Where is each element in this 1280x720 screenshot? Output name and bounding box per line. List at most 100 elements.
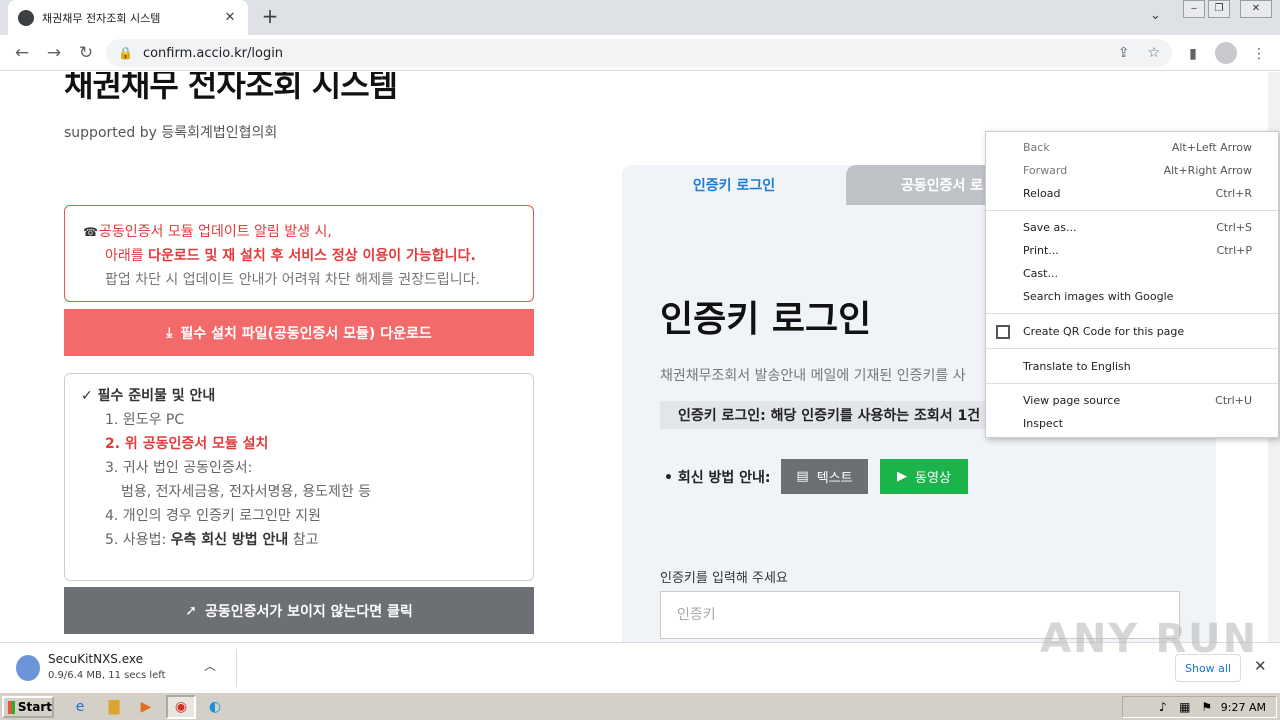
cert-button-label: 공동인증서가 보이지 않는다면 클릭 — [204, 603, 413, 620]
anyrun-watermark: ANY RUN — [1040, 616, 1259, 662]
reload-icon[interactable]: ↻ — [74, 41, 98, 65]
menu-item-view-source[interactable]: View page source Ctrl+U — [986, 390, 1278, 413]
new-tab-button[interactable]: + — [258, 5, 282, 29]
download-file-name[interactable]: SecuKitNXS.exe — [48, 652, 143, 666]
address-bar[interactable]: 🔒 confirm.accio.kr/login ⇪ ☆ — [106, 39, 1172, 67]
menu-qr-label: Create QR Code for this page — [1023, 325, 1185, 338]
menu-item-cast[interactable]: Cast... — [986, 263, 1278, 286]
browser-toolbar: ← → ↻ 🔒 confirm.accio.kr/login ⇪ ☆ ▮ ⋮ — [0, 35, 1280, 71]
guide-item-1: 1. 윈도우 PC — [105, 412, 185, 428]
divider — [236, 649, 237, 687]
menu-item-back[interactable]: Back Alt+Left Arrow — [986, 137, 1278, 160]
menu-forward-shortcut: Alt+Right Arrow — [1163, 164, 1252, 177]
exe-file-icon[interactable] — [16, 655, 40, 681]
chrome-icon[interactable]: ◉ — [171, 697, 191, 717]
network-icon[interactable]: ▦ — [1177, 700, 1193, 714]
menu-print-label: Print... — [1023, 244, 1059, 257]
volume-icon[interactable]: ♪ — [1155, 700, 1171, 714]
context-menu: Back Alt+Left Arrow Forward Alt+Right Arro… — [985, 131, 1279, 438]
menu-item-qr-code[interactable]: Create QR Code for this page — [986, 321, 1278, 344]
menu-cast-label: Cast... — [1023, 267, 1058, 280]
menu-print-shortcut: Ctrl+P — [1216, 244, 1252, 257]
menu-item-inspect[interactable]: Inspect — [986, 413, 1278, 436]
menu-reload-shortcut: Ctrl+R — [1215, 187, 1252, 200]
download-module-button[interactable]: ⤓ 필수 설치 파일(공동인증서 모듈) 다운로드 — [64, 309, 534, 356]
notice-line2-bold: 다운로드 및 재 설치 후 서비스 정상 이용이 가능합니다. — [148, 248, 476, 264]
reply-method-label: • 회신 방법 안내: — [664, 470, 771, 486]
video-guide-label: 동영상 — [915, 471, 951, 486]
menu-item-forward[interactable]: Forward Alt+Right Arrow — [986, 160, 1278, 183]
restore-button[interactable]: ❐ — [1208, 0, 1230, 18]
login-title: 인증키 로그인 — [660, 299, 872, 340]
start-label: Start — [17, 700, 52, 714]
bookmark-star-icon[interactable]: ☆ — [1147, 45, 1160, 61]
notice-icon: ☎ — [83, 225, 98, 239]
flag-icon[interactable]: ⚑ — [1199, 700, 1215, 714]
profile-avatar[interactable] — [1215, 42, 1237, 64]
update-notice: ☎공동인증서 모듈 업데이트 알림 발생 시, 아래를 다운로드 및 재 설치 … — [64, 205, 534, 302]
menu-item-search-images[interactable]: Search images with Google — [986, 286, 1278, 309]
download-button-label: 필수 설치 파일(공동인증서 모듈) 다운로드 — [180, 325, 432, 342]
menu-forward-label: Forward — [1023, 164, 1068, 177]
menu-save-as-shortcut: Ctrl+S — [1216, 221, 1252, 234]
guide-item-2: 2. 위 공동인증서 모듈 설치 — [105, 436, 269, 452]
ie-icon[interactable]: e — [70, 697, 90, 717]
menu-dots-icon[interactable]: ⋮ — [1248, 43, 1270, 65]
menu-separator — [986, 383, 1278, 384]
chevron-up-icon[interactable]: ︿ — [204, 657, 216, 674]
menu-back-label: Back — [1023, 141, 1050, 154]
folder-icon[interactable]: ▇ — [104, 697, 124, 717]
menu-item-save-as[interactable]: Save as... Ctrl+S — [986, 217, 1278, 240]
menu-back-shortcut: Alt+Left Arrow — [1171, 141, 1252, 154]
url-text[interactable]: confirm.accio.kr/login — [143, 46, 1100, 61]
guide-box: ✓ 필수 준비물 및 안내 1. 윈도우 PC 2. 위 공동인증서 모듈 설치… — [64, 373, 534, 581]
edge-icon[interactable]: ◐ — [205, 697, 225, 717]
menu-item-reload[interactable]: Reload Ctrl+R — [986, 183, 1278, 206]
checkmark-icon: ✓ — [81, 388, 98, 404]
text-guide-label: 텍스트 — [816, 471, 853, 486]
minimize-button[interactable]: ‒ — [1183, 0, 1205, 18]
menu-item-print[interactable]: Print... Ctrl+P — [986, 240, 1278, 263]
download-icon: ⤓ — [166, 324, 173, 341]
login-description: 채권채무조회서 발송안내 메일에 기재된 인증키를 사 — [660, 368, 966, 384]
menu-save-as-label: Save as... — [1023, 221, 1077, 234]
guide-heading: 필수 준비물 및 안내 — [97, 388, 216, 404]
menu-search-images-label: Search images with Google — [1023, 290, 1174, 303]
browser-tab[interactable]: 채권채무 전자조회 시스템 ✕ — [8, 0, 248, 35]
media-player-icon[interactable]: ▶ — [136, 697, 156, 717]
start-button[interactable]: Start — [2, 696, 54, 718]
site-title: 채권채무 전자조회 시스템 — [64, 72, 398, 104]
notice-line1: 공동인증서 모듈 업데이트 알림 발생 시, — [99, 224, 332, 240]
menu-view-source-shortcut: Ctrl+U — [1215, 394, 1252, 407]
guide-item-3: 3. 귀사 법인 공동인증서: — [105, 460, 253, 476]
video-guide-button[interactable]: ▶ 동영상 — [880, 459, 968, 494]
window-close-button[interactable]: ✕ — [1240, 0, 1272, 18]
tab-search-icon[interactable]: ⌄ — [1150, 8, 1161, 23]
clock[interactable]: 9:27 AM — [1221, 701, 1266, 714]
tab-strip: 채권채무 전자조회 시스템 ✕ + ⌄ ‒ ❐ ✕ — [0, 0, 1280, 35]
guide-item-5-prefix: 5. 사용법: — [105, 532, 171, 548]
guide-item-5: 5. 사용법: 우측 회신 방법 안내 참고 — [81, 528, 517, 552]
text-guide-button[interactable]: ▤ 텍스트 — [781, 459, 868, 494]
windows-flag-icon — [8, 700, 15, 714]
cert-not-visible-button[interactable]: ➚ 공동인증서가 보이지 않는다면 클릭 — [64, 587, 534, 634]
lock-icon[interactable]: 🔒 — [118, 46, 133, 60]
menu-separator — [986, 210, 1278, 211]
notice-line2-prefix: 아래를 — [105, 248, 149, 264]
share-icon[interactable]: ⇪ — [1118, 45, 1130, 61]
login-info-strip: 인증키 로그인: 해당 인증키를 사용하는 조회서 1건 — [660, 401, 1020, 429]
globe-icon — [18, 9, 34, 26]
play-icon: ▶ — [897, 469, 908, 484]
close-tab-icon[interactable]: ✕ — [222, 10, 238, 25]
forward-arrow-icon[interactable]: → — [42, 41, 66, 65]
back-arrow-icon[interactable]: ← — [10, 41, 34, 65]
menu-separator — [986, 348, 1278, 349]
tab-key-login[interactable]: 인증키 로그인 — [622, 165, 846, 205]
menu-reload-label: Reload — [1023, 187, 1061, 200]
key-input-label: 인증키를 입력해 주세요 — [660, 571, 788, 586]
menu-inspect-label: Inspect — [1023, 417, 1064, 430]
menu-item-translate[interactable]: Translate to English — [986, 356, 1278, 379]
side-panel-icon[interactable]: ▮ — [1182, 43, 1204, 65]
guide-item-3-sub: 범용, 전자세금용, 전자서명용, 용도제한 등 — [121, 484, 372, 500]
system-tray: ♪ ▦ ⚑ 9:27 AM — [1122, 696, 1277, 718]
